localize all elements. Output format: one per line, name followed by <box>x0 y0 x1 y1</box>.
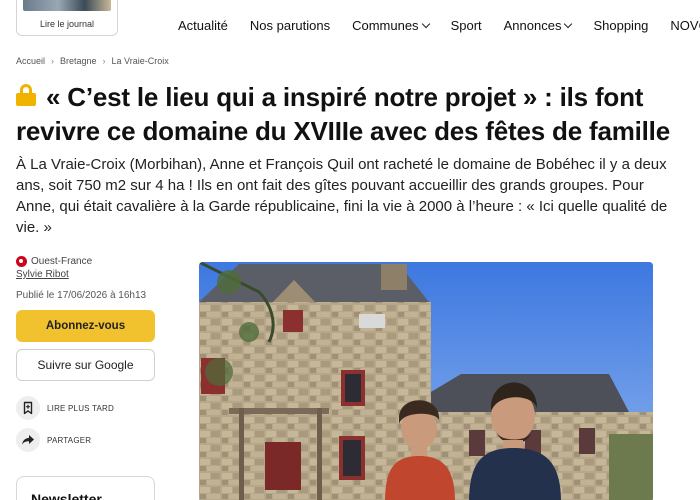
read-later-button[interactable]: LIRE PLUS TARD <box>16 396 114 420</box>
bookmark-icon <box>16 396 40 420</box>
photo-illustration <box>199 262 653 500</box>
share-label: PARTAGER <box>47 435 92 445</box>
nav-communes[interactable]: Communes <box>352 18 430 33</box>
breadcrumb-home[interactable]: Accueil <box>16 56 45 66</box>
article-lead: À La Vraie-Croix (Morbihan), Anne et Fra… <box>16 156 668 236</box>
subscribe-button[interactable]: Abonnez-vous <box>16 310 155 342</box>
nav-label: Communes <box>352 18 419 33</box>
article-title: « C’est le lieu qui a inspiré notre proj… <box>16 82 670 146</box>
newspaper-thumbnail <box>23 0 111 11</box>
nav-label: Nos parutions <box>249 18 331 33</box>
read-newspaper-label: Lire le journal <box>39 19 95 29</box>
top-header: Lire le journal Actualité Nos parutions … <box>0 0 700 50</box>
main-nav: Actualité Nos parutions Communes Sport A… <box>178 18 700 33</box>
share-button[interactable]: PARTAGER <box>16 428 91 452</box>
source-name: Ouest-France <box>31 256 93 267</box>
newsletter-card[interactable]: Newsletter <box>16 476 155 500</box>
nav-label: Annonces <box>503 18 562 33</box>
article-title-block: « C’est le lieu qui a inspiré notre proj… <box>16 80 686 148</box>
breadcrumb-separator: › <box>102 56 106 66</box>
nav-label: Shopping <box>593 18 649 33</box>
follow-on-google-button[interactable]: Suivre sur Google <box>16 349 155 381</box>
nav-label: Actualité <box>178 18 228 33</box>
chevron-down-icon <box>564 19 573 28</box>
newsletter-title: Newsletter <box>31 491 102 500</box>
breadcrumb-bretagne[interactable]: Bretagne <box>60 56 97 66</box>
lock-icon <box>16 84 36 106</box>
article-source: Ouest-France Sylvie Ribot <box>16 256 92 280</box>
read-newspaper-card[interactable]: Lire le journal <box>16 0 118 36</box>
chevron-down-icon <box>421 19 430 28</box>
share-icon <box>16 428 40 452</box>
nav-novo19[interactable]: NOVO19 <box>670 18 700 33</box>
nav-sport[interactable]: Sport <box>451 18 482 33</box>
breadcrumb-separator: › <box>51 56 55 66</box>
publish-date: Publié le 17/06/2026 à 16h13 <box>16 290 147 301</box>
article-photo[interactable] <box>199 262 653 500</box>
ouest-france-logo <box>16 256 27 267</box>
breadcrumb-la-vraie-croix[interactable]: La Vraie-Croix <box>112 56 169 66</box>
nav-label: NOVO19 <box>670 18 700 33</box>
nav-actualite[interactable]: Actualité <box>178 18 228 33</box>
nav-label: Sport <box>450 18 482 33</box>
nav-nos-parutions[interactable]: Nos parutions <box>250 18 330 33</box>
author-link[interactable]: Sylvie Ribot <box>16 269 92 280</box>
read-later-label: LIRE PLUS TARD <box>47 403 114 413</box>
breadcrumb: Accueil › Bretagne › La Vraie-Croix <box>16 56 169 66</box>
nav-shopping[interactable]: Shopping <box>593 18 648 33</box>
nav-annonces[interactable]: Annonces <box>503 18 573 33</box>
